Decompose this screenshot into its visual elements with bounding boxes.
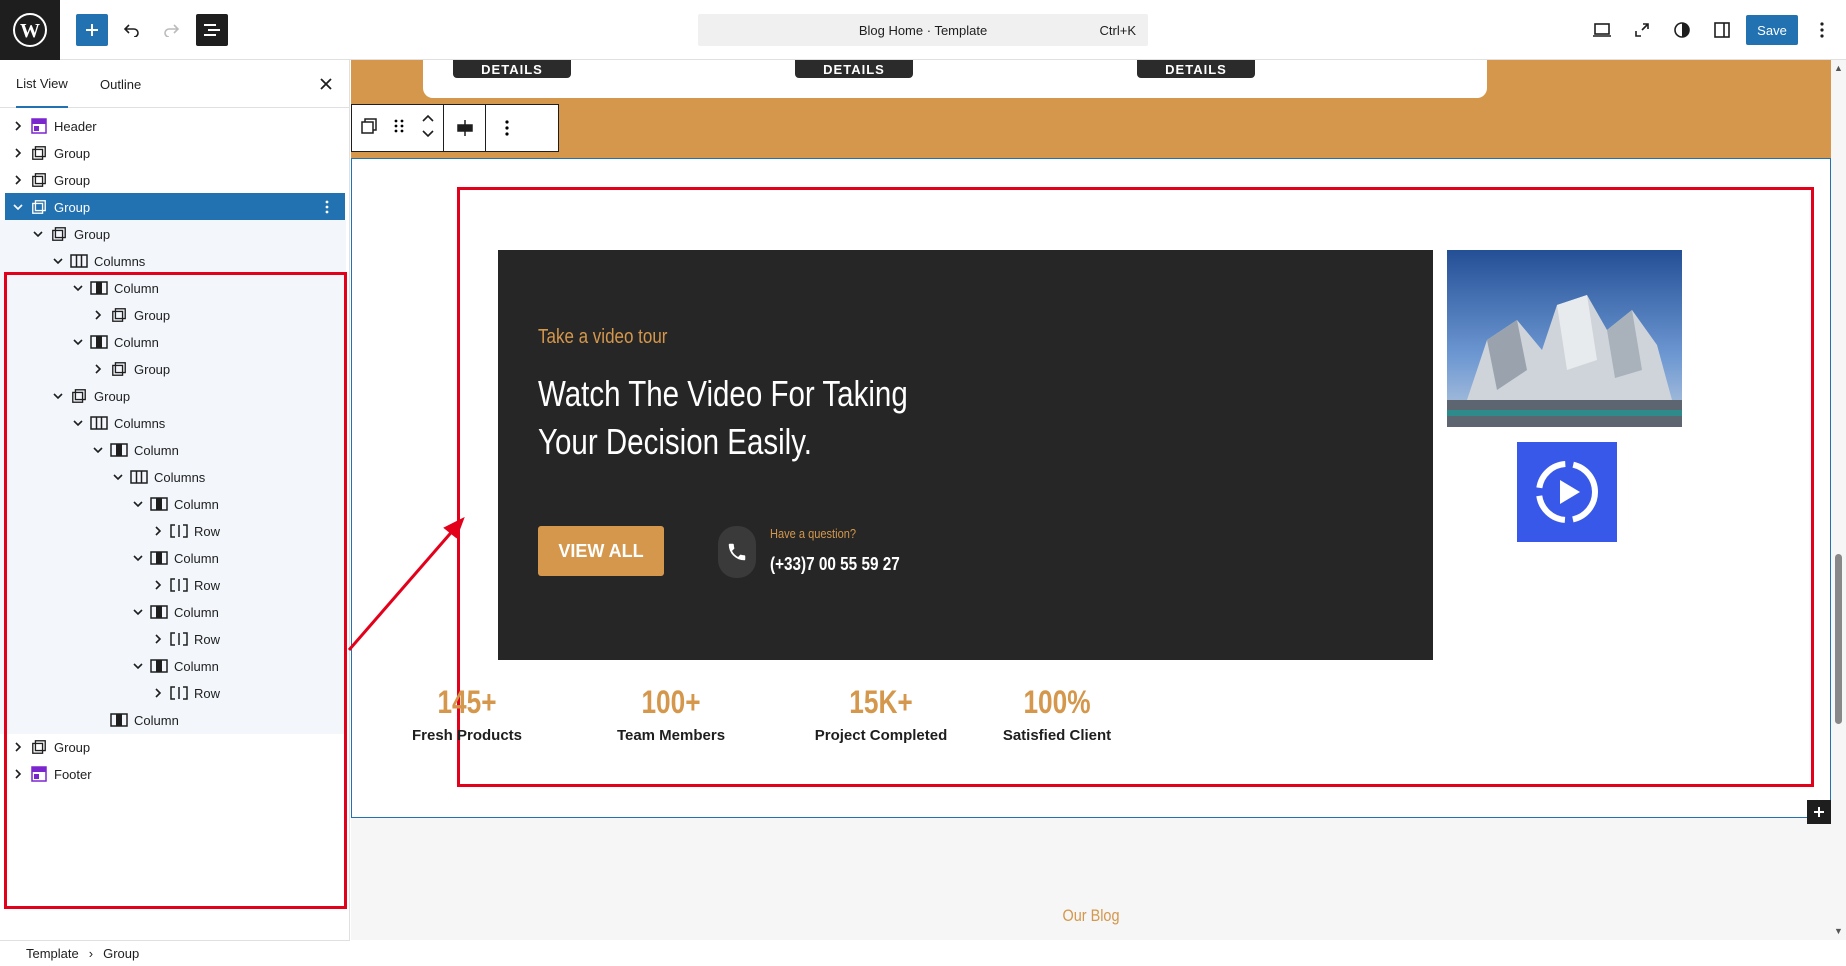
block-toolbar xyxy=(351,104,559,152)
video-subtitle: Take a video tour xyxy=(538,326,668,348)
list-view-item-group[interactable]: Group xyxy=(0,166,346,194)
template-part-icon xyxy=(30,117,48,135)
scroll-up-icon[interactable]: ▲ xyxy=(1834,63,1843,73)
stat-number: 15K+ xyxy=(849,684,913,720)
card-details-button[interactable]: DETAILS xyxy=(453,60,571,78)
list-view-item-label: Header xyxy=(54,118,97,134)
group-block-icon xyxy=(30,144,48,162)
editor-topbar: W Blog Home · Template Ctrl+K Save xyxy=(0,0,1846,60)
our-blog-label: Our Blog xyxy=(1062,906,1120,925)
contact-question: Have a question? xyxy=(770,526,857,541)
breadcrumb: Template › Group xyxy=(0,940,350,966)
chevron-right-icon: › xyxy=(88,946,94,961)
options-menu-icon[interactable] xyxy=(1806,14,1838,46)
redo-button[interactable] xyxy=(155,14,187,46)
video-heading: Watch The Video For Taking Your Decision… xyxy=(538,370,932,466)
list-view-item-label: Columns xyxy=(94,253,146,269)
align-icon[interactable] xyxy=(444,105,486,151)
save-button[interactable]: Save xyxy=(1746,15,1798,45)
list-view-item-header[interactable]: Header xyxy=(0,112,346,140)
list-view-item-group[interactable]: Group xyxy=(0,139,346,167)
stat-item: 15K+ Project Completed xyxy=(801,684,961,744)
scroll-down-icon[interactable]: ▼ xyxy=(1834,926,1843,936)
card-details-button[interactable]: DETAILS xyxy=(1137,60,1255,78)
chevron-down-icon[interactable] xyxy=(10,199,26,215)
columns-block-icon xyxy=(70,252,88,270)
breadcrumb-item-template[interactable]: Template xyxy=(26,946,79,961)
list-view-item-label: Group xyxy=(54,172,91,188)
styles-button[interactable] xyxy=(1666,14,1698,46)
document-overview-button[interactable] xyxy=(196,14,228,46)
stat-number: 145+ xyxy=(437,684,497,720)
svg-text:W: W xyxy=(20,20,40,42)
view-page-button[interactable] xyxy=(1626,14,1658,46)
feature-card: DETAILS xyxy=(1107,60,1487,98)
group-block-icon xyxy=(30,171,48,189)
chevron-down-icon[interactable] xyxy=(30,226,46,242)
play-icon xyxy=(1536,461,1598,523)
card-details-button[interactable]: DETAILS xyxy=(795,60,913,78)
list-view-sidebar: List View Outline Header Group Group Group G… xyxy=(0,60,350,940)
scroll-thumb[interactable] xyxy=(1835,554,1842,724)
stat-item: 145+ Fresh Products xyxy=(387,684,547,744)
play-video-button[interactable] xyxy=(1517,442,1617,542)
stat-item: 100+ Team Members xyxy=(591,684,751,744)
move-up-down-icon[interactable] xyxy=(421,113,435,144)
list-view-item-label: Group xyxy=(54,145,91,161)
chevron-right-icon[interactable] xyxy=(10,145,26,161)
group-block-icon xyxy=(50,225,68,243)
group-block-icon xyxy=(30,198,48,216)
selection-highlight-box xyxy=(4,272,347,909)
video-heading-line: Watch The Video For Taking xyxy=(538,373,908,414)
add-block-inserter-icon[interactable] xyxy=(1807,800,1831,824)
video-heading-line: Your Decision Easily. xyxy=(538,421,813,462)
feature-card: DETAILS xyxy=(765,60,1145,98)
list-view-item-label: Group xyxy=(54,199,91,215)
canvas-scrollbar[interactable]: ▲ ▼ xyxy=(1831,60,1846,940)
list-view-item-group[interactable]: Group xyxy=(0,220,346,248)
drag-handle-icon[interactable] xyxy=(394,118,404,139)
wordpress-logo-icon[interactable]: W xyxy=(0,0,60,60)
list-view-item-label: Group xyxy=(74,226,111,242)
more-options-icon[interactable] xyxy=(486,105,528,151)
editor-canvas: DETAILS DETAILS DETAILS Take a video tou… xyxy=(351,60,1846,940)
block-mover-group xyxy=(352,105,444,151)
stat-label: Fresh Products xyxy=(411,727,523,744)
device-preview-button[interactable] xyxy=(1586,14,1618,46)
building-photo[interactable] xyxy=(1447,250,1682,427)
group-block-icon[interactable] xyxy=(360,117,378,140)
tab-list-view[interactable]: List View xyxy=(16,60,68,108)
settings-sidebar-button[interactable] xyxy=(1706,14,1738,46)
command-shortcut: Ctrl+K xyxy=(1099,22,1136,38)
tab-outline[interactable]: Outline xyxy=(100,60,141,108)
feature-card: DETAILS xyxy=(423,60,803,98)
video-tour-panel: Take a video tour Watch The Video For Ta… xyxy=(498,250,1433,660)
chevron-right-icon[interactable] xyxy=(10,172,26,188)
contact-phone: (+33)7 00 55 59 27 xyxy=(770,554,900,574)
more-options-icon[interactable] xyxy=(319,197,335,217)
stat-item: 100% Satisfied Client xyxy=(977,684,1137,744)
undo-button[interactable] xyxy=(116,14,148,46)
add-block-button[interactable] xyxy=(76,14,108,46)
chevron-right-icon[interactable] xyxy=(10,118,26,134)
command-palette-bar[interactable]: Blog Home · Template Ctrl+K xyxy=(698,14,1148,46)
breadcrumb-item-group[interactable]: Group xyxy=(103,946,139,961)
document-title: Blog Home · Template xyxy=(858,22,988,38)
phone-icon xyxy=(718,526,756,578)
sidebar-tabs: List View Outline xyxy=(0,60,349,108)
close-icon[interactable] xyxy=(316,74,336,94)
list-view-item-group[interactable]: Group xyxy=(5,193,345,221)
features-section-bottom: DETAILS DETAILS DETAILS xyxy=(351,60,1831,158)
stat-label: Project Completed xyxy=(814,727,948,744)
list-view-item-columns[interactable]: Columns xyxy=(0,247,346,275)
stat-number: 100% xyxy=(1023,684,1091,720)
chevron-down-icon[interactable] xyxy=(50,253,66,269)
stat-number: 100+ xyxy=(641,684,701,720)
stat-label: Satisfied Client xyxy=(1002,727,1112,744)
view-all-button[interactable]: VIEW ALL xyxy=(538,526,664,576)
stat-label: Team Members xyxy=(616,727,726,744)
